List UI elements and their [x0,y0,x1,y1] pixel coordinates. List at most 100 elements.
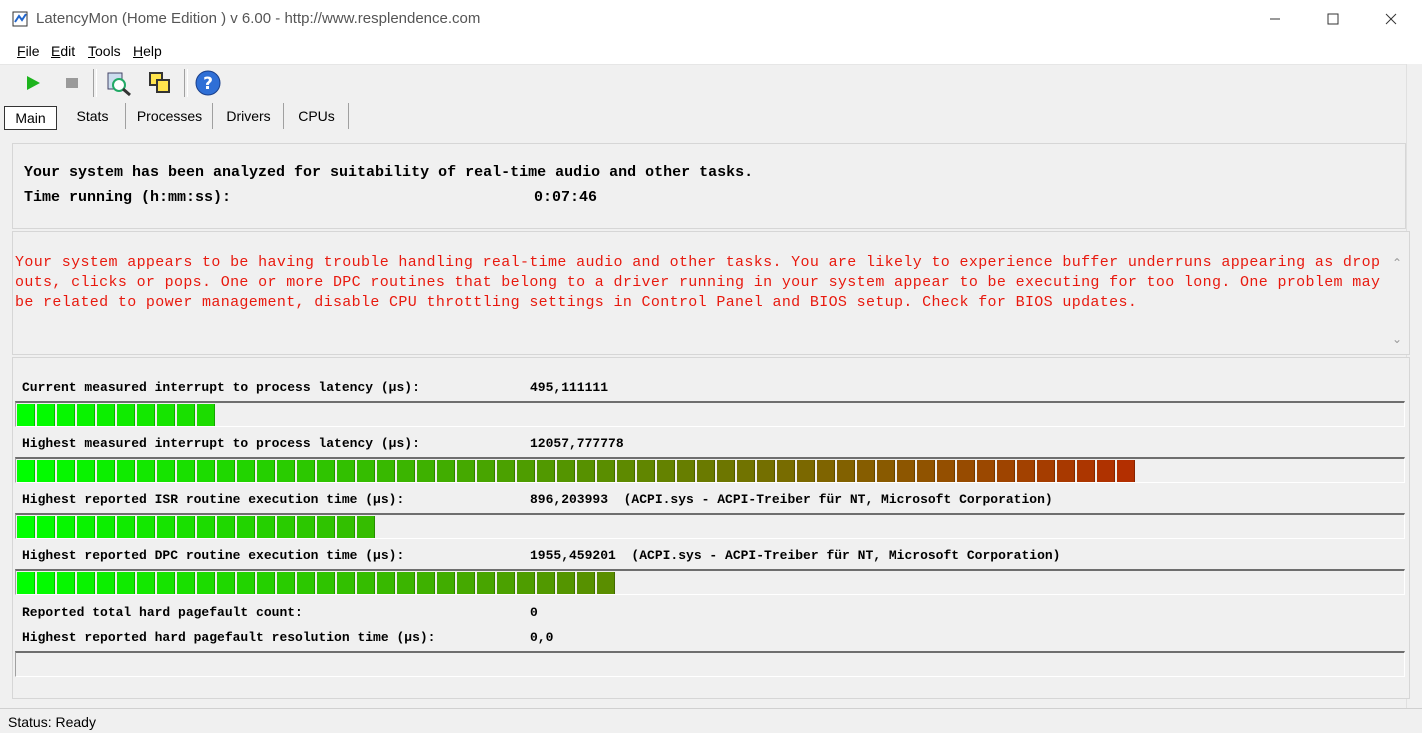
bar-segment [917,460,935,482]
bar-segment [677,460,695,482]
bar-segment [517,572,535,594]
bar-segment [37,460,55,482]
close-button[interactable] [1362,0,1420,38]
play-icon[interactable] [18,67,48,99]
bar-segment [137,404,155,426]
tab-main[interactable]: Main [4,106,57,130]
bar-segment [1117,460,1135,482]
bar-segment [497,460,515,482]
tab-stats[interactable]: Stats [60,103,126,129]
bar-fill [17,572,617,594]
windows-icon[interactable] [145,67,175,99]
maximize-button[interactable] [1304,0,1362,38]
bar-segment [57,404,75,426]
bar-segment [417,572,435,594]
bar-segment [237,572,255,594]
tab-drivers[interactable]: Drivers [214,103,284,129]
help-icon[interactable]: ? [193,67,223,99]
svg-text:?: ? [203,74,213,94]
bar-segment [97,516,115,538]
metric-value: 12057,777778 [530,436,624,451]
latency-bar [15,651,1405,677]
bar-segment [557,572,575,594]
bar-segment [817,460,835,482]
bar-segment [257,516,275,538]
toolbar-separator [184,69,188,97]
bar-segment [137,572,155,594]
bar-segment [317,516,335,538]
minimize-button[interactable] [1246,0,1304,38]
bar-segment [177,572,195,594]
time-running-value: 0:07:46 [534,189,598,206]
bar-segment [97,460,115,482]
bar-segment [37,404,55,426]
bar-segment [457,460,475,482]
bar-segment [297,572,315,594]
bar-segment [537,460,555,482]
bar-segment [697,460,715,482]
bar-segment [77,404,95,426]
bar-segment [277,516,295,538]
bar-segment [257,572,275,594]
bar-segment [37,572,55,594]
bar-segment [1017,460,1035,482]
bar-segment [77,516,95,538]
metric-value: 495,111111 [530,380,609,395]
bar-segment [737,460,755,482]
bar-segment [17,460,35,482]
bar-segment [97,404,115,426]
bar-segment [657,460,675,482]
metric-value: 0,0 [530,630,554,645]
menu-file[interactable]: File [17,43,40,59]
scroll-down-icon[interactable]: ⌄ [1392,332,1402,346]
bar-segment [17,516,35,538]
window-title: LatencyMon (Home Edition ) v 6.00 - http… [36,10,481,27]
tab-cpus[interactable]: CPUs [285,103,349,129]
stop-icon[interactable] [57,67,87,99]
bar-segment [237,516,255,538]
bar-segment [277,572,295,594]
report-icon[interactable] [104,67,134,99]
bar-segment [357,516,375,538]
metric-label: Highest measured interrupt to process la… [22,436,420,451]
scroll-up-icon[interactable]: ⌃ [1392,256,1402,270]
bar-segment [997,460,1015,482]
bar-segment [377,572,395,594]
analysis-panel [12,143,1406,229]
bar-segment [117,516,135,538]
bar-segment [717,460,735,482]
bar-segment [37,516,55,538]
bar-fill [17,460,1137,482]
latency-bar [15,569,1405,595]
bar-segment [577,572,595,594]
metric-value: 1955,459201 (ACPI.sys - ACPI-Treiber für… [530,548,1061,563]
time-running-label: Time running (h:mm:ss): [24,189,232,206]
menu-edit[interactable]: Edit [51,43,75,59]
bar-segment [77,460,95,482]
bar-segment [97,572,115,594]
metric-label: Highest reported hard pagefault resoluti… [22,630,436,645]
bar-segment [137,460,155,482]
bar-segment [457,572,475,594]
bar-segment [117,572,135,594]
bar-segment [357,460,375,482]
bar-segment [797,460,815,482]
bar-segment [777,460,795,482]
metric-value: 0 [530,605,538,620]
bar-segment [117,460,135,482]
metric-label: Reported total hard pagefault count: [22,605,303,620]
bar-segment [977,460,995,482]
bar-segment [837,460,855,482]
tab-processes[interactable]: Processes [127,103,213,129]
bar-segment [177,516,195,538]
bar-segment [337,460,355,482]
bar-segment [377,460,395,482]
bar-segment [497,572,515,594]
bar-segment [617,460,635,482]
bar-segment [157,460,175,482]
bar-segment [397,460,415,482]
menu-help[interactable]: Help [133,43,162,59]
status-text: Status: Ready [8,714,96,730]
menu-tools[interactable]: Tools [88,43,121,59]
bar-segment [317,460,335,482]
